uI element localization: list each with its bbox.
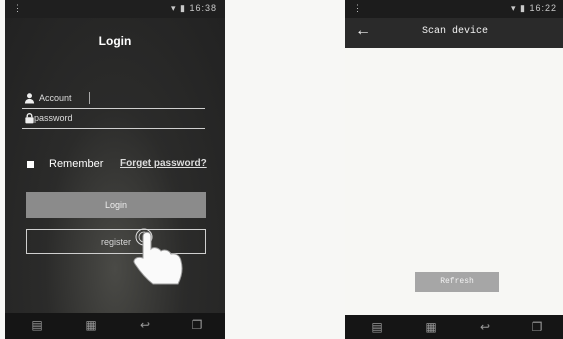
account-field[interactable]: Account (22, 90, 205, 109)
device-list-area: Refresh (345, 48, 563, 315)
recents-nav-icon[interactable]: ❐ (189, 318, 205, 332)
scan-device-phone-screenshot: ⋮ ▾ ▮ 16:22 ← Scan device Refresh ▤ ▦ ↩ … (345, 0, 563, 339)
battery-icon: ▮ (520, 3, 526, 13)
recents-nav-icon[interactable]: ❐ (529, 320, 545, 334)
status-bar: ⋮ ▾ ▮ 16:22 (345, 0, 563, 18)
refresh-button[interactable]: Refresh (415, 272, 499, 292)
signal-icon: ▾ (510, 3, 517, 13)
page-title: Scan device (421, 26, 488, 37)
status-time: 16:38 (189, 3, 217, 13)
signal-icon: ▾ (170, 3, 177, 13)
remember-row: Remember Forget password? (27, 158, 217, 174)
status-time: 16:22 (529, 3, 557, 13)
user-icon (24, 93, 35, 104)
login-screen: Login Account password Remember Forget p… (5, 18, 225, 313)
app-bar: ← Scan device (345, 18, 563, 48)
status-left-icons: ⋮ (353, 3, 362, 13)
back-nav-icon[interactable]: ↩ (477, 320, 493, 334)
back-nav-icon[interactable]: ↩ (137, 318, 153, 332)
status-right: ▾ ▮ 16:38 (171, 3, 217, 14)
menu-nav-icon[interactable]: ▤ (369, 320, 385, 334)
remember-checkbox[interactable] (27, 161, 34, 168)
apps-nav-icon[interactable]: ▦ (423, 320, 439, 334)
account-placeholder: Account (39, 93, 72, 103)
navigation-bar: ▤ ▦ ↩ ❐ (5, 313, 225, 339)
menu-nav-icon[interactable]: ▤ (29, 318, 45, 332)
tapping-hand-icon (133, 228, 183, 285)
navigation-bar: ▤ ▦ ↩ ❐ (345, 315, 563, 339)
status-left-icons: ⋮ (13, 3, 22, 13)
login-phone-screenshot: ⋮ ▾ ▮ 16:38 Login Account password Remem… (5, 0, 225, 339)
status-bar: ⋮ ▾ ▮ 16:38 (5, 0, 225, 18)
login-button[interactable]: Login (26, 192, 206, 218)
page-title: Login (98, 34, 132, 48)
apps-nav-icon[interactable]: ▦ (83, 318, 99, 332)
battery-icon: ▮ (180, 3, 186, 13)
password-field[interactable]: password (22, 110, 205, 129)
password-placeholder: password (34, 113, 73, 123)
text-caret (89, 92, 90, 104)
remember-label: Remember (49, 158, 104, 170)
status-right: ▾ ▮ 16:22 (511, 3, 557, 14)
forgot-password-link[interactable]: Forget password? (120, 158, 207, 169)
